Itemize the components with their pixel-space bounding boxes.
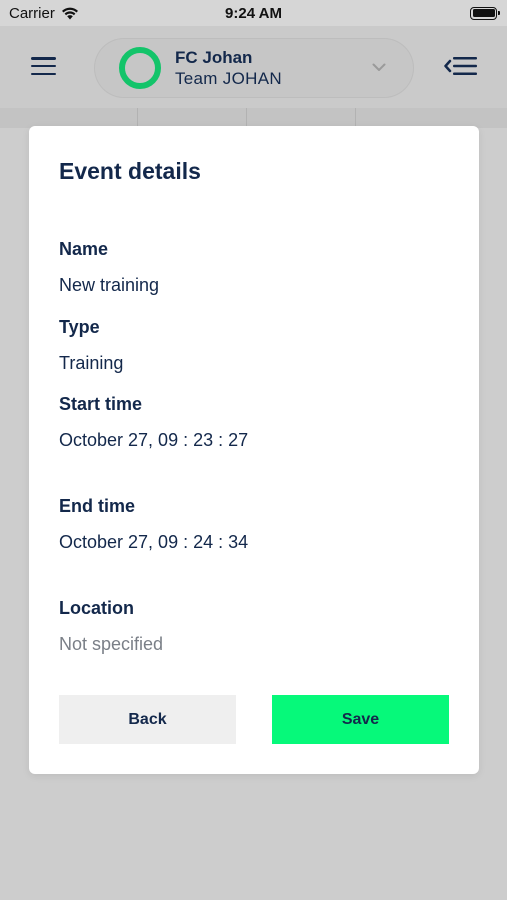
team-switcher[interactable]: FC Johan Team JOHAN [94,38,414,98]
name-label: Name [59,239,109,259]
team-logo-ring [119,47,161,89]
name-value: New training [59,275,160,295]
grid-divider [246,108,247,128]
app-header: FC Johan Team JOHAN [0,26,507,108]
team-subtitle: Team JOHAN [175,69,282,88]
end-time-value: October 27, 09 : 24 : 34 [59,532,249,552]
hamburger-menu-icon[interactable] [31,57,56,75]
event-details-modal: Event details Name New training Type Tra… [29,126,479,774]
type-label: Type [59,317,100,337]
start-time-value: October 27, 09 : 23 : 27 [59,430,249,450]
grid-divider [355,108,356,128]
collapse-menu-icon[interactable] [444,55,478,77]
status-bar: Carrier 9:24 AM [0,0,507,26]
end-time-label: End time [59,496,136,516]
chevron-down-icon [372,63,386,71]
start-time-label: Start time [59,394,143,414]
back-button[interactable]: Back [59,695,236,744]
grid-divider [137,108,138,128]
wifi-icon [61,7,78,19]
carrier-label: Carrier [9,4,55,22]
team-name: FC Johan [175,48,253,67]
battery-icon [470,6,500,20]
type-value: Training [59,353,124,373]
location-value: Not specified [59,634,164,654]
save-button[interactable]: Save [272,695,449,744]
modal-title: Event details [59,158,201,184]
location-label: Location [59,598,134,618]
status-left: Carrier [9,5,79,22]
background-grid-strip [0,108,507,128]
